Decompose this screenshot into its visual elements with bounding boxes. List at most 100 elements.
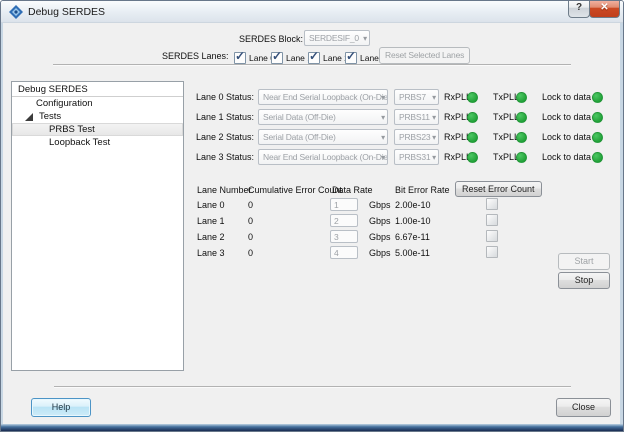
- lane3-status-label: Lane 3 Status:: [196, 152, 254, 162]
- lock-to-data-label: Lock to data: [542, 152, 591, 162]
- chevron-down-icon: ▾: [381, 132, 385, 143]
- check-icon: ✓: [346, 49, 356, 63]
- lane0-checkbox[interactable]: ✓Lane 0: [234, 49, 275, 63]
- rxpll-led: [467, 152, 478, 163]
- check-icon: ✓: [309, 49, 319, 63]
- chevron-down-icon: ▾: [432, 152, 436, 163]
- chevron-down-icon: ▾: [363, 33, 367, 44]
- reset-error-count-button[interactable]: Reset Error Count: [455, 181, 542, 197]
- txpll-led: [516, 152, 527, 163]
- col-bit-error-rate: Bit Error Rate: [395, 185, 450, 195]
- lane1-error-checkbox[interactable]: [486, 214, 498, 226]
- close-button[interactable]: Close: [556, 398, 611, 417]
- lane2-status-row: Lane 2 Status: Serial Data (Off-Die) ▾ PR…: [1, 129, 624, 146]
- error-count-cell: 0: [248, 216, 253, 226]
- lane2-status-label: Lane 2 Status:: [196, 132, 254, 142]
- lane1-pattern-value: PRBS11: [399, 112, 430, 122]
- chevron-down-icon: ▾: [381, 152, 385, 163]
- lane0-mode-value: Near End Serial Loopback (On-Die): [263, 92, 388, 102]
- table-row-lane0: Lane 0 0 Gbps 2.00e-10: [1, 197, 624, 213]
- lane0-error-checkbox[interactable]: [486, 198, 498, 210]
- lane0-pattern-select[interactable]: PRBS7 ▾: [394, 89, 439, 105]
- check-icon: ✓: [272, 49, 282, 63]
- window-title: Debug SERDES: [28, 6, 105, 18]
- gbps-label: Gbps: [369, 248, 391, 258]
- data-rate-input[interactable]: [330, 214, 358, 227]
- lane2-pattern-select[interactable]: PRBS23▾: [394, 129, 439, 145]
- lane2-checkbox[interactable]: ✓Lane 2: [308, 49, 349, 63]
- lane-cell: Lane 2: [197, 232, 225, 242]
- error-count-cell: 0: [248, 232, 253, 242]
- top-separator: [53, 64, 571, 66]
- ber-cell: 2.00e-10: [395, 200, 431, 210]
- lane1-mode-value: Serial Data (Off-Die): [263, 112, 336, 122]
- window-right-border: [620, 23, 623, 431]
- window-left-border: [1, 23, 3, 431]
- lane1-checkbox[interactable]: ✓Lane 1: [271, 49, 312, 63]
- data-rate-input[interactable]: [330, 230, 358, 243]
- lane3-mode-value: Near End Serial Loopback (On-Die): [263, 152, 388, 162]
- lock-to-data-led: [592, 152, 603, 163]
- lane3-error-checkbox[interactable]: [486, 246, 498, 258]
- close-icon: ✕: [600, 2, 608, 13]
- lane-cell: Lane 3: [197, 248, 225, 258]
- serdes-block-label: SERDES Block:: [239, 34, 301, 44]
- lane2-pattern-value: PRBS23: [399, 132, 430, 142]
- rxpll-led: [467, 112, 478, 123]
- lane0-mode-select[interactable]: Near End Serial Loopback (On-Die)▾: [258, 89, 388, 105]
- data-rate-input[interactable]: [330, 246, 358, 259]
- table-row-lane2: Lane 2 0 Gbps 6.67e-11: [1, 229, 624, 245]
- table-row-lane1: Lane 1 0 Gbps 1.00e-10: [1, 213, 624, 229]
- lock-to-data-led: [592, 112, 603, 123]
- stop-button[interactable]: Stop: [558, 272, 610, 289]
- caption-close-button[interactable]: ✕: [589, 0, 620, 18]
- gbps-label: Gbps: [369, 216, 391, 226]
- bottom-separator: [54, 386, 571, 388]
- check-icon: ✓: [235, 49, 245, 63]
- error-count-cell: 0: [248, 200, 253, 210]
- help-button[interactable]: Help: [31, 398, 91, 417]
- rxpll-led: [467, 92, 478, 103]
- lock-to-data-label: Lock to data: [542, 92, 591, 102]
- lane-cell: Lane 1: [197, 216, 225, 226]
- caption-help-button[interactable]: ?: [568, 0, 590, 18]
- serdes-block-select[interactable]: SERDESIF_0 ▾: [304, 30, 370, 46]
- lane3-pattern-select[interactable]: PRBS31▾: [394, 149, 439, 165]
- start-button[interactable]: Start: [558, 253, 610, 270]
- lane-cell: Lane 0: [197, 200, 225, 210]
- gbps-label: Gbps: [369, 232, 391, 242]
- data-rate-input[interactable]: [330, 198, 358, 211]
- lane3-mode-select[interactable]: Near End Serial Loopback (On-Die)▾: [258, 149, 388, 165]
- lock-to-data-led: [592, 92, 603, 103]
- app-icon: [9, 5, 23, 19]
- gbps-label: Gbps: [369, 200, 391, 210]
- rxpll-led: [467, 132, 478, 143]
- question-icon: ?: [576, 2, 582, 13]
- lane3-status-row: Lane 3 Status: Near End Serial Loopback …: [1, 149, 624, 166]
- lane1-pattern-select[interactable]: PRBS11▾: [394, 109, 439, 125]
- ber-cell: 6.67e-11: [395, 232, 430, 242]
- chevron-down-icon: ▾: [432, 112, 436, 123]
- lane1-status-row: Lane 1 Status: Serial Data (Off-Die)▾ PR…: [1, 109, 624, 126]
- serdes-block-value: SERDESIF_0: [309, 33, 359, 43]
- title-bar[interactable]: Debug SERDES ? ✕: [1, 1, 623, 23]
- table-row-lane3: Lane 3 0 Gbps 5.00e-11: [1, 245, 624, 261]
- chevron-down-icon: ▾: [432, 132, 436, 143]
- serdes-lanes-label: SERDES Lanes:: [162, 51, 224, 61]
- debug-serdes-dialog: Debug SERDES ? ✕ SERDES Block: SERDESIF_…: [0, 0, 624, 432]
- lane2-error-checkbox[interactable]: [486, 230, 498, 242]
- col-cumulative-error-count: Cumulative Error Count: [248, 185, 342, 195]
- lane2-mode-value: Serial Data (Off-Die): [263, 132, 336, 142]
- error-count-cell: 0: [248, 248, 253, 258]
- lane2-mode-select[interactable]: Serial Data (Off-Die) ▾: [258, 129, 388, 145]
- lane1-mode-select[interactable]: Serial Data (Off-Die) ▾: [258, 109, 388, 125]
- reset-selected-lanes-button[interactable]: Reset Selected Lanes: [379, 47, 470, 64]
- lane0-status-label: Lane 0 Status:: [196, 92, 254, 102]
- col-data-rate: Data Rate: [332, 185, 373, 195]
- lane0-pattern-value: PRBS7: [399, 92, 426, 102]
- txpll-led: [516, 132, 527, 143]
- chevron-down-icon: ▾: [381, 112, 385, 123]
- lane0-status-row: Lane 0 Status: Near End Serial Loopback …: [1, 89, 624, 106]
- chevron-down-icon: ▾: [432, 92, 436, 103]
- window-bottom-border: [1, 424, 623, 431]
